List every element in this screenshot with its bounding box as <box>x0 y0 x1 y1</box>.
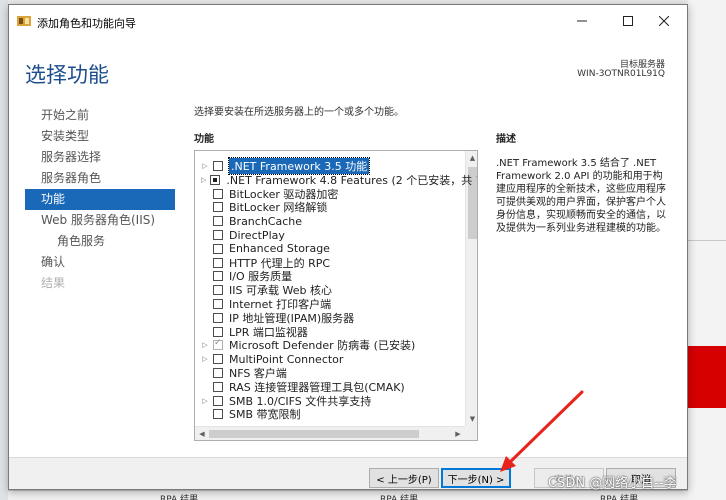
feature-checkbox[interactable] <box>213 299 223 309</box>
feature-checkbox[interactable] <box>213 216 223 227</box>
expand-arrow-icon[interactable]: ▷ <box>201 162 209 170</box>
background-app-left <box>0 0 8 500</box>
expand-arrow-icon[interactable]: ▷ <box>201 176 206 184</box>
feature-checkbox[interactable] <box>213 271 223 282</box>
maximize-icon <box>623 16 633 26</box>
feature-label[interactable]: Microsoft Defender 防病毒 (已安装) <box>229 337 415 353</box>
minimize-icon <box>577 20 587 22</box>
feature-checkbox[interactable] <box>213 243 223 254</box>
feature-checkbox[interactable] <box>213 368 223 378</box>
background-bottom-strip: RPA 结果 RPA 结果 RPA 结果 <box>8 490 688 500</box>
background-app-right <box>688 0 726 500</box>
previous-button[interactable]: < 上一步(P) <box>369 468 439 488</box>
feature-row[interactable]: ▷ Microsoft Defender 防病毒 (已安装) <box>195 338 465 352</box>
scroll-up-icon[interactable]: ▲ <box>466 151 477 165</box>
nav-item-server-roles[interactable]: 服务器角色 <box>25 168 175 189</box>
wizard-header: 选择功能 目标服务器 WIN-3OTNR01L91Q <box>9 37 687 97</box>
background-label: RPA 结果 <box>160 495 199 500</box>
wizard-window: 添加角色和功能向导 选择功能 目标服务器 WIN-3OTNR01L91Q 开始之… <box>8 4 688 490</box>
feature-row[interactable]: BitLocker 网络解锁 <box>195 200 465 214</box>
feature-row[interactable]: DirectPlay <box>195 228 465 242</box>
feature-label[interactable]: BranchCache <box>229 215 302 228</box>
feature-label[interactable]: DirectPlay <box>229 229 285 242</box>
title-bar[interactable]: 添加角色和功能向导 <box>9 5 687 37</box>
instruction-text: 选择要安装在所选服务器上的一个或多个功能。 <box>194 107 404 118</box>
feature-checkbox[interactable] <box>213 381 223 392</box>
nav-item-web-server-role[interactable]: Web 服务器角色(IIS) <box>25 210 175 231</box>
window-title: 添加角色和功能向导 <box>37 17 136 30</box>
watermark-text: CSDN @网络小白--李 <box>548 476 677 491</box>
feature-checkbox[interactable] <box>213 230 223 240</box>
feature-checkbox[interactable] <box>213 312 223 323</box>
destination-server-name: WIN-3OTNR01L91Q <box>577 69 665 79</box>
feature-checkbox[interactable] <box>213 257 223 268</box>
expand-arrow-icon[interactable]: ▷ <box>201 397 209 405</box>
horizontal-scrollbar[interactable]: ◀ ▶ <box>195 426 465 440</box>
scroll-down-icon[interactable]: ▼ <box>466 412 477 426</box>
minimize-button[interactable] <box>559 5 605 37</box>
nav-item-confirmation[interactable]: 确认 <box>25 252 175 273</box>
background-label: RPA 结果 <box>600 495 639 500</box>
features-tree[interactable]: ▲ ▼ ◀ ▶ ▷ .NET Framework 3.5 功能 ▷ .NET Fram… <box>194 150 478 441</box>
horizontal-scroll-thumb[interactable] <box>209 430 419 438</box>
description-header: 描述 <box>496 134 516 145</box>
vertical-scrollbar[interactable]: ▲ ▼ <box>465 151 477 426</box>
nav-item-installation-type[interactable]: 安装类型 <box>25 126 175 147</box>
feature-checkbox[interactable] <box>213 188 223 199</box>
nav-item-role-services[interactable]: 角色服务 <box>25 231 175 252</box>
feature-checkbox[interactable] <box>213 326 223 337</box>
close-icon <box>659 16 669 26</box>
nav-item-results: 结果 <box>41 276 66 290</box>
feature-row[interactable]: BranchCache <box>195 214 465 228</box>
page-title: 选择功能 <box>25 64 109 87</box>
feature-description: .NET Framework 3.5 结合了 .NET Framework 2.… <box>496 158 666 234</box>
feature-checkbox[interactable] <box>210 174 221 185</box>
nav-item-server-selection[interactable]: 服务器选择 <box>25 147 175 168</box>
nav-item-features[interactable]: 功能 <box>25 189 175 210</box>
close-button[interactable] <box>641 5 687 37</box>
feature-checkbox[interactable] <box>213 354 223 365</box>
scroll-right-icon[interactable]: ▶ <box>451 427 465 440</box>
feature-checkbox[interactable] <box>213 285 223 296</box>
background-label: RPA 结果 <box>380 495 419 500</box>
feature-checkbox <box>213 338 223 351</box>
feature-checkbox[interactable] <box>213 409 223 420</box>
nav-item-before-you-begin[interactable]: 开始之前 <box>25 105 175 126</box>
feature-row[interactable]: SMB 带宽限制 <box>195 407 465 421</box>
next-button[interactable]: 下一步(N) > <box>441 468 511 488</box>
features-header: 功能 <box>194 134 214 145</box>
background-red-block <box>688 346 726 408</box>
feature-label[interactable]: SMB 带宽限制 <box>229 406 301 422</box>
feature-label[interactable]: MultiPoint Connector <box>229 353 343 366</box>
wizard-nav: 开始之前 安装类型 服务器选择 服务器角色 功能 Web 服务器角色(IIS) … <box>25 105 175 294</box>
feature-label[interactable]: BitLocker 网络解锁 <box>229 199 327 215</box>
server-manager-icon <box>17 16 31 26</box>
feature-checkbox[interactable] <box>213 161 223 171</box>
expand-arrow-icon[interactable]: ▷ <box>201 355 209 363</box>
scrollbar-corner <box>465 426 477 440</box>
feature-checkbox[interactable] <box>213 202 223 213</box>
feature-label[interactable]: Enhanced Storage <box>229 242 330 255</box>
expand-arrow-icon[interactable]: ▷ <box>201 341 209 349</box>
background-divider <box>688 240 726 241</box>
feature-checkbox[interactable] <box>213 395 223 406</box>
scroll-left-icon[interactable]: ◀ <box>195 427 209 440</box>
